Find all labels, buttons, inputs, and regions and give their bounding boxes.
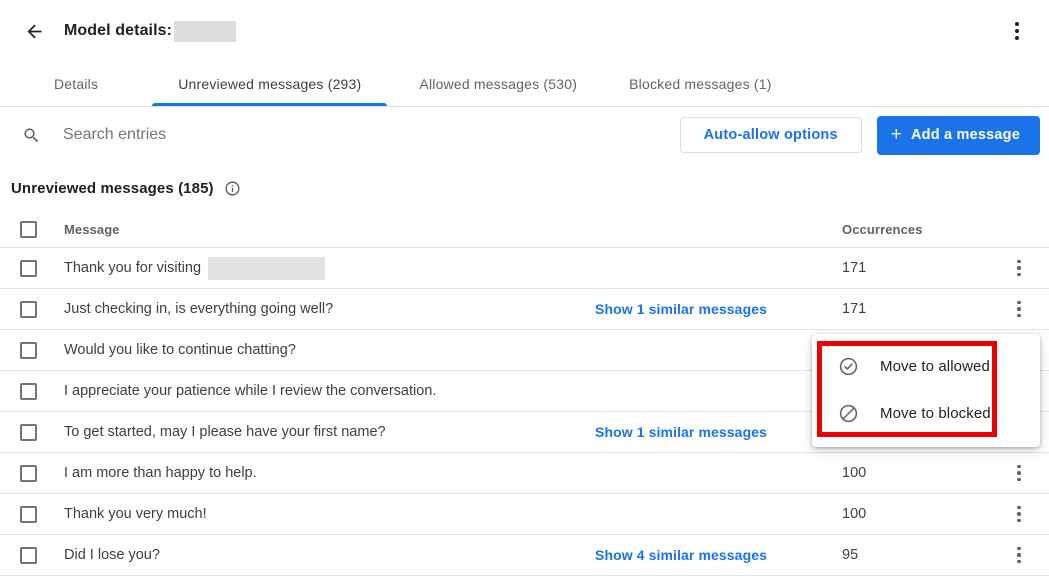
table-row: Just checking in, is everything going we…: [0, 289, 1049, 330]
occurrences-value: 171: [809, 301, 989, 317]
occurrences-value: 171: [809, 260, 989, 276]
message-text: Did I lose you?: [64, 547, 160, 563]
toolbar: Auto-allow options + Add a message: [0, 107, 1049, 163]
message-text: I appreciate your patience while I revie…: [64, 383, 436, 399]
add-a-message-label: Add a message: [911, 127, 1020, 143]
column-header-message: Message: [64, 222, 120, 237]
message-text: Just checking in, is everything going we…: [64, 301, 333, 317]
select-all-checkbox[interactable]: [20, 221, 37, 238]
message-text: Thank you for visiting: [64, 260, 201, 276]
message-text: Would you like to continue chatting?: [64, 342, 296, 358]
add-a-message-button[interactable]: + Add a message: [877, 116, 1040, 155]
tab-unreviewed-messages[interactable]: Unreviewed messages (293): [152, 62, 387, 106]
row-checkbox[interactable]: [20, 424, 37, 441]
table-header-row: Message Occurrences: [0, 212, 1049, 248]
menu-item-label: Move to allowed: [880, 358, 990, 375]
menu-item-move-to-blocked[interactable]: Move to blocked: [812, 390, 1040, 437]
occurrences-value: 100: [809, 465, 989, 481]
app-header: Model details:: [0, 0, 1049, 62]
row-checkbox[interactable]: [20, 301, 37, 318]
block-icon: [838, 403, 859, 424]
table-row: Thank you very much! 100: [0, 494, 1049, 535]
row-kebab-menu-icon[interactable]: [1007, 543, 1031, 567]
row-checkbox[interactable]: [20, 383, 37, 400]
section-title: Unreviewed messages (185): [11, 180, 214, 197]
show-similar-link[interactable]: Show 4 similar messages: [595, 547, 767, 563]
row-context-menu: Move to allowed Move to blocked: [812, 334, 1040, 447]
row-checkbox[interactable]: [20, 465, 37, 482]
show-similar-link[interactable]: Show 1 similar messages: [595, 424, 767, 440]
tab-allowed-messages[interactable]: Allowed messages (530): [393, 62, 603, 106]
search-icon: [22, 126, 41, 145]
section-heading: Unreviewed messages (185): [0, 163, 1049, 212]
page-title: Model details:: [64, 22, 172, 40]
tab-details[interactable]: Details: [28, 62, 124, 106]
row-checkbox[interactable]: [20, 506, 37, 523]
row-kebab-menu-icon[interactable]: [1007, 256, 1031, 280]
occurrences-value: 100: [809, 506, 989, 522]
row-kebab-menu-icon[interactable]: [1007, 461, 1031, 485]
search-input[interactable]: [63, 126, 363, 144]
message-text: Thank you very much!: [64, 506, 207, 522]
message-text: I am more than happy to help.: [64, 465, 257, 481]
tab-bar: Details Unreviewed messages (293) Allowe…: [0, 62, 1049, 107]
row-kebab-menu-icon[interactable]: [1007, 502, 1031, 526]
tab-blocked-messages[interactable]: Blocked messages (1): [603, 62, 798, 106]
show-similar-link[interactable]: Show 1 similar messages: [595, 301, 767, 317]
plus-icon: +: [891, 125, 902, 144]
table-row: Did I lose you? Show 4 similar messages …: [0, 535, 1049, 576]
redacted-text: [208, 257, 325, 280]
back-arrow-icon[interactable]: [22, 19, 46, 43]
check-circle-icon: [838, 356, 859, 377]
row-checkbox[interactable]: [20, 260, 37, 277]
table-row: I am more than happy to help. 100: [0, 453, 1049, 494]
occurrences-value: 95: [809, 547, 989, 563]
row-checkbox[interactable]: [20, 342, 37, 359]
redacted-model-name: [174, 21, 236, 42]
auto-allow-options-button[interactable]: Auto-allow options: [680, 117, 862, 153]
info-icon[interactable]: [224, 180, 241, 197]
menu-item-move-to-allowed[interactable]: Move to allowed: [812, 343, 1040, 390]
menu-item-label: Move to blocked: [880, 405, 991, 422]
table-row: Thank you for visiting 171: [0, 248, 1049, 289]
message-text: To get started, may I please have your f…: [64, 424, 386, 440]
row-kebab-menu-icon[interactable]: [1007, 297, 1031, 321]
row-checkbox[interactable]: [20, 547, 37, 564]
column-header-occurrences: Occurrences: [809, 222, 989, 237]
header-kebab-menu-icon[interactable]: [1005, 19, 1029, 43]
